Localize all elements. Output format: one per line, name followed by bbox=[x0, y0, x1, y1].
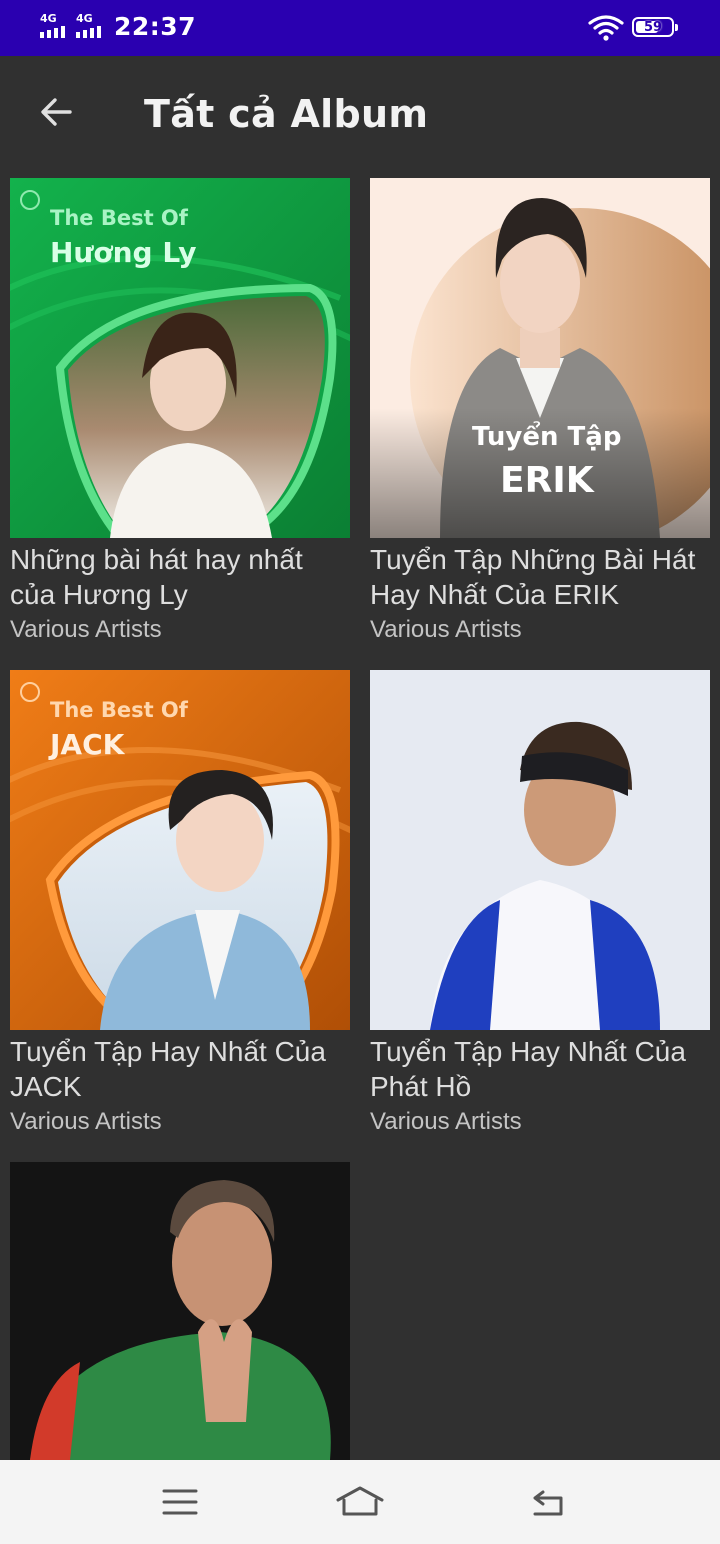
signal-icon-sim1: 4G bbox=[40, 12, 72, 40]
signal-icon-sim2: 4G bbox=[76, 12, 108, 40]
menu-button[interactable] bbox=[150, 1478, 210, 1526]
album-artist: Various Artists bbox=[10, 1108, 162, 1135]
cover-artist-name: ERIK bbox=[500, 460, 594, 501]
home-icon bbox=[336, 1486, 384, 1516]
album-cover bbox=[10, 1162, 350, 1460]
album-cover: The Best Of Hương Ly bbox=[10, 178, 350, 538]
back-nav-button[interactable] bbox=[518, 1478, 578, 1526]
back-icon bbox=[533, 1490, 563, 1516]
album-title: Những bài hát hay nhất của Hương Ly bbox=[10, 544, 303, 610]
album-card-jack[interactable]: The Best Of JACK Tuyển Tập Hay Nhất Của … bbox=[10, 670, 350, 1137]
cover-caption: The Best Of bbox=[50, 206, 188, 230]
album-card-phat-ho[interactable]: Tuyển Tập Hay Nhất Của Phát Hồ Various A… bbox=[370, 670, 710, 1137]
app-bar: Tất cả Album bbox=[0, 56, 720, 168]
album-card-5[interactable] bbox=[10, 1162, 350, 1460]
wifi-icon bbox=[588, 14, 624, 42]
back-button[interactable] bbox=[28, 84, 84, 140]
battery-icon: 59 bbox=[632, 17, 678, 37]
album-title: Tuyển Tập Những Bài Hát Hay Nhất Của ERI… bbox=[370, 544, 696, 610]
battery-level: 59 bbox=[643, 19, 663, 35]
page-title: Tất cả Album bbox=[144, 92, 429, 136]
network-type-label: 4G bbox=[76, 12, 93, 25]
system-nav-bar bbox=[0, 1460, 720, 1544]
album-card-erik[interactable]: Tuyển Tập ERIK Tuyển Tập Những Bài Hát H… bbox=[370, 178, 710, 645]
menu-icon bbox=[162, 1489, 198, 1515]
cover-caption: The Best Of bbox=[50, 698, 188, 722]
album-artist: Various Artists bbox=[370, 616, 522, 643]
album-card-huong-ly[interactable]: The Best Of Hương Ly Những bài hát hay n… bbox=[10, 178, 350, 645]
clock: 22:37 bbox=[114, 12, 197, 41]
album-title: Tuyển Tập Hay Nhất Của Phát Hồ bbox=[370, 1036, 686, 1102]
cover-artist-name: JACK bbox=[50, 728, 125, 761]
home-button[interactable] bbox=[330, 1478, 390, 1526]
network-type-label: 4G bbox=[40, 12, 57, 25]
cover-caption: Tuyển Tập bbox=[472, 422, 622, 452]
album-title: Tuyển Tập Hay Nhất Của JACK bbox=[10, 1036, 326, 1102]
album-cover bbox=[370, 670, 710, 1030]
cover-artist-name: Hương Ly bbox=[50, 236, 197, 269]
arrow-left-icon bbox=[41, 98, 72, 126]
album-cover: Tuyển Tập ERIK bbox=[370, 178, 710, 538]
status-bar: 4G 4G 22:37 59 bbox=[0, 0, 720, 56]
album-artist: Various Artists bbox=[10, 616, 162, 643]
album-artist: Various Artists bbox=[370, 1108, 522, 1135]
album-cover: The Best Of JACK bbox=[10, 670, 350, 1030]
